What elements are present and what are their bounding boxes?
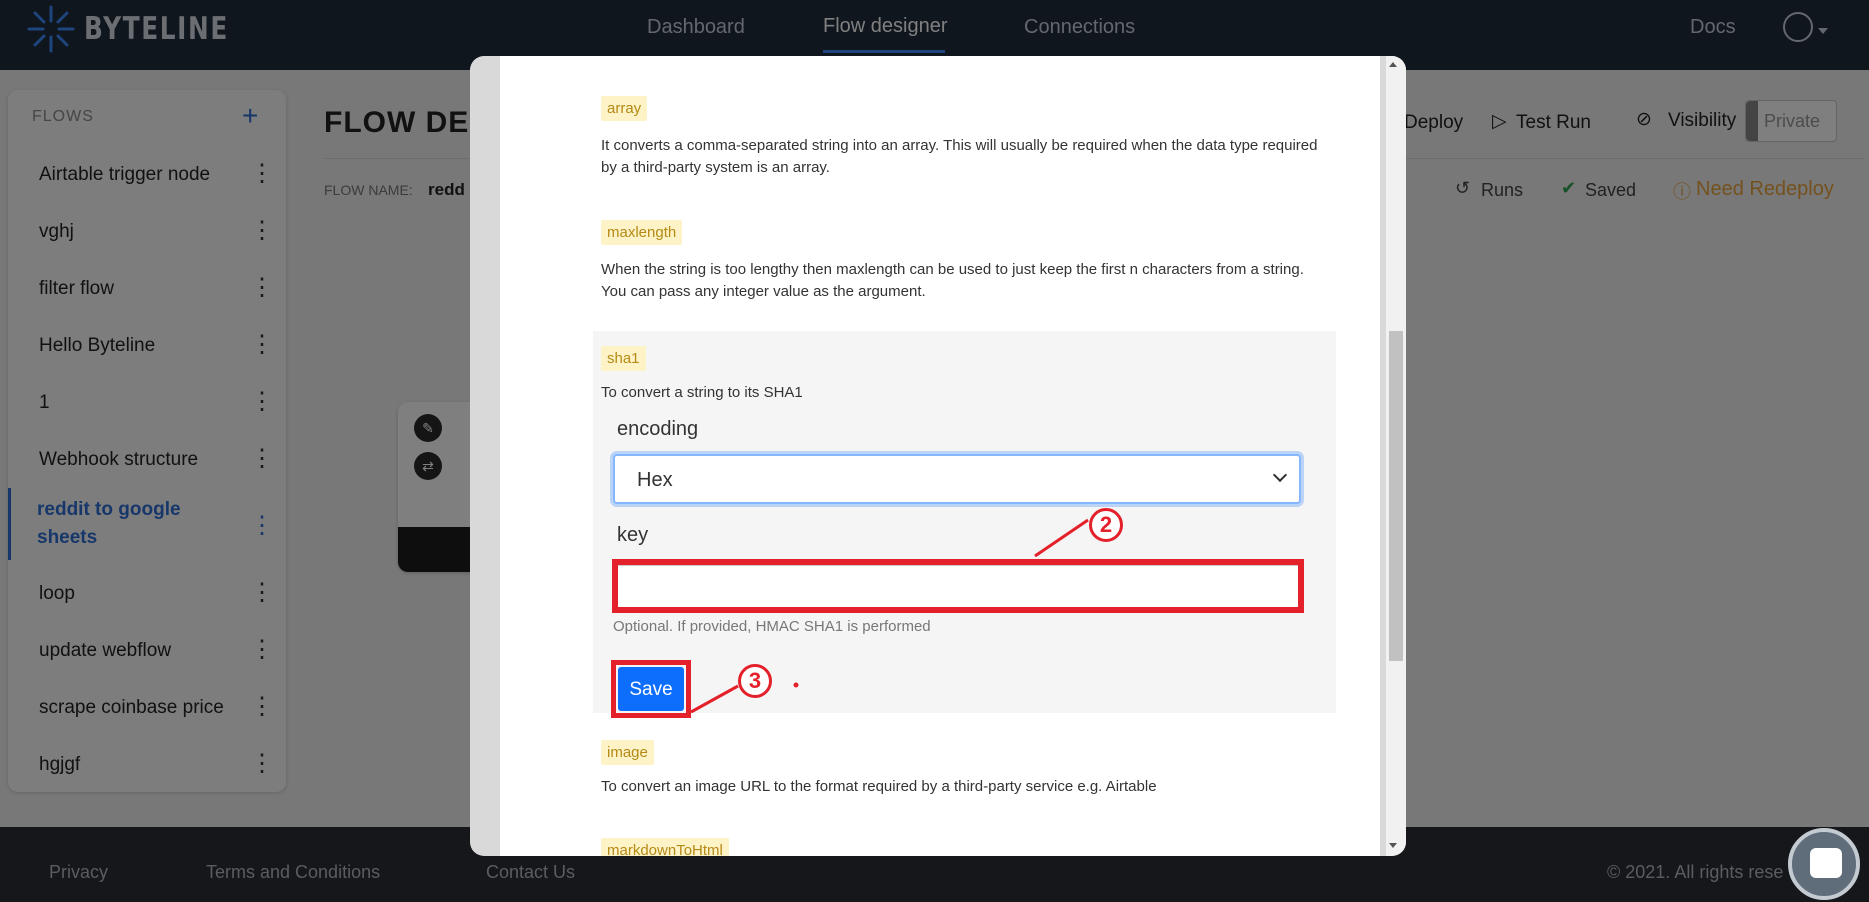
annotation-lines [690,518,1089,714]
function-tag-image: image [601,740,654,765]
function-tag-markdowntohtml: markdownToHtml [601,838,729,856]
scrollbar-thumb[interactable] [1389,331,1403,661]
scroll-down-arrow-icon[interactable] [1389,843,1397,848]
chat-bubble-icon [1810,848,1842,878]
annotation-badge-2: 2 [1089,508,1123,542]
modal-scrollbar[interactable] [1386,56,1406,856]
modal-body: array It converts a comma-separated stri… [500,56,1406,856]
functions-list: array It converts a comma-separated stri… [573,56,1336,856]
scroll-up-arrow-icon[interactable] [1389,62,1397,67]
function-description: To convert an image URL to the format re… [601,778,1157,795]
annotation-badge-3: 3 [738,664,772,698]
chat-widget-button[interactable] [1788,828,1860,900]
functions-modal: array It converts a comma-separated stri… [470,56,1406,856]
